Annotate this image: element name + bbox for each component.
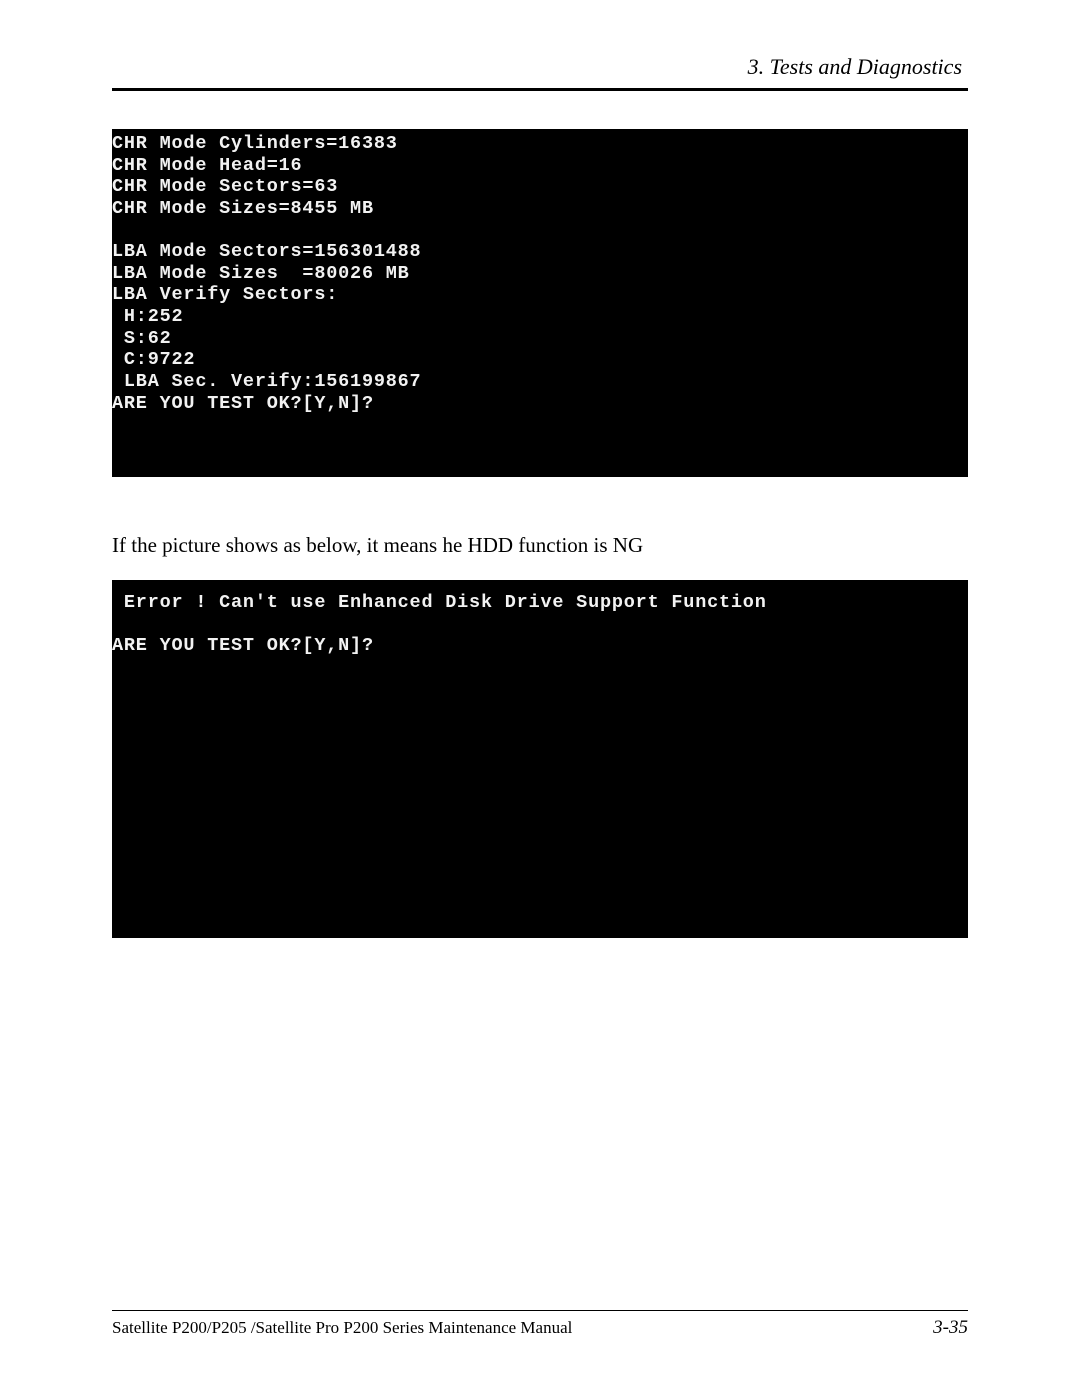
manual-title: Satellite P200/P205 /Satellite Pro P200 … <box>112 1318 572 1338</box>
header-divider <box>112 88 968 91</box>
terminal-output-error: Error ! Can't use Enhanced Disk Drive Su… <box>112 580 968 938</box>
footer-divider <box>112 1310 968 1311</box>
description-text: If the picture shows as below, it means … <box>112 533 968 558</box>
page-footer: Satellite P200/P205 /Satellite Pro P200 … <box>112 1310 968 1339</box>
page-number: 3-35 <box>933 1317 968 1339</box>
chapter-title: 3. Tests and Diagnostics <box>112 54 968 88</box>
terminal-output-ok: CHR Mode Cylinders=16383 CHR Mode Head=1… <box>112 129 968 477</box>
